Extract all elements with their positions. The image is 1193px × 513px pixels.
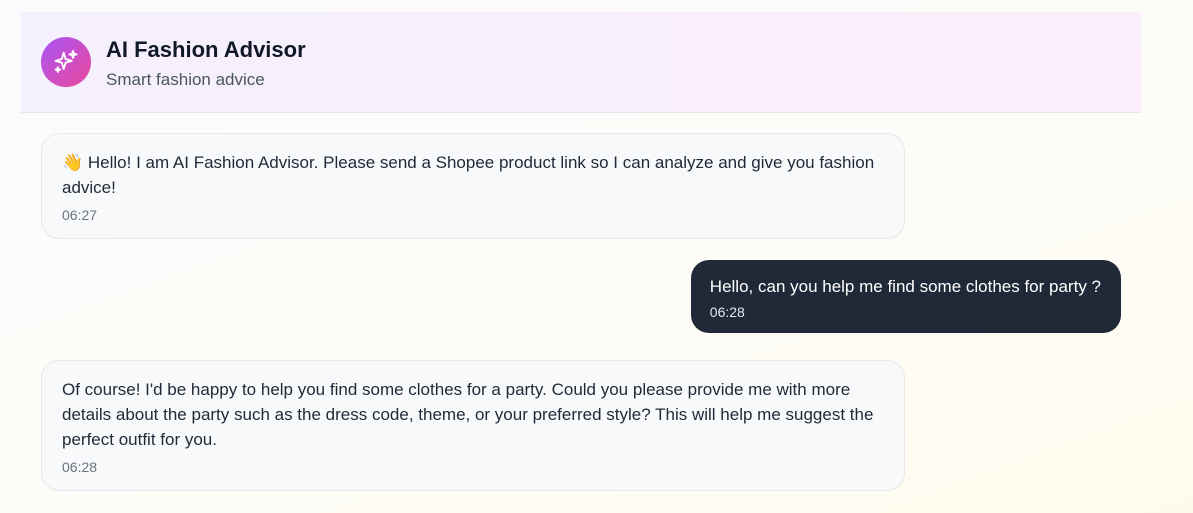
message-time: 06:28 [62,459,98,475]
chat-header: AI Fashion Advisor Smart fashion advice [21,12,1141,113]
message-time: 06:28 [709,304,745,320]
bot-message: Of course! I'd be happy to help you find… [41,360,905,491]
chat-title: AI Fashion Advisor [106,37,306,62]
chat-subtitle: Smart fashion advice [106,70,265,89]
sparkles-icon [54,49,78,73]
advisor-avatar [41,37,91,87]
message-text: Of course! I'd be happy to help you find… [62,380,874,449]
chat-window: AI Fashion Advisor Smart fashion advice … [21,12,1141,513]
message-text: Hello, can you help me find some clothes… [709,277,1101,296]
message-time: 06:27 [62,207,98,223]
message-text: 👋 Hello! I am AI Fashion Advisor. Please… [62,153,875,197]
bot-message: 👋 Hello! I am AI Fashion Advisor. Please… [41,133,905,239]
user-message: Hello, can you help me find some clothes… [690,260,1121,333]
